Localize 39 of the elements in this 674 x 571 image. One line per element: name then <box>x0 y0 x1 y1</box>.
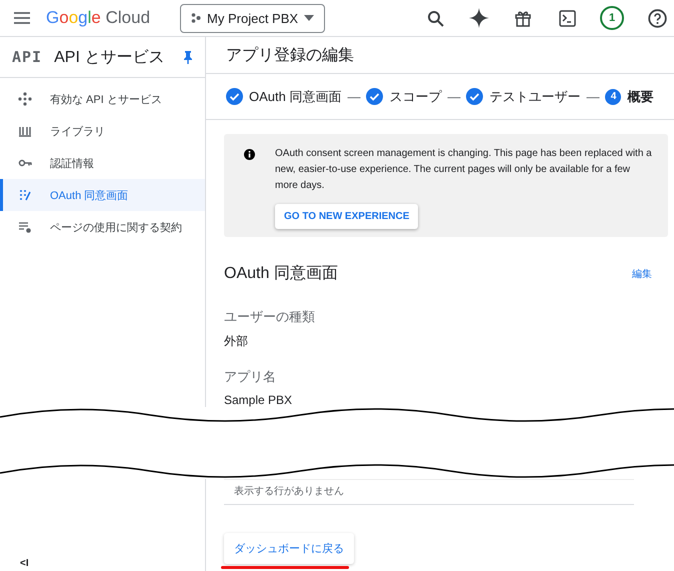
notification-badge[interactable]: 1 <box>600 6 624 30</box>
edit-link[interactable]: 編集 <box>632 266 652 280</box>
step-label[interactable]: 概要 <box>627 88 654 106</box>
step-label[interactable]: テストユーザー <box>489 88 580 106</box>
notice-text: OAuth consent screen management is changing. This page has been replaced with a new, easier-to-use experience. The current pages will only be available for a few more days. <box>275 147 653 193</box>
sidebar-title: API とサービス <box>54 48 166 68</box>
field-label: アプリ名 <box>224 368 277 386</box>
caret-icon <box>304 15 314 21</box>
menu-icon[interactable] <box>14 12 30 24</box>
info-icon <box>244 149 255 160</box>
collapse-sidebar-button[interactable]: <I <box>0 558 205 571</box>
sidebar-item[interactable]: ライブラリ <box>0 115 205 147</box>
diamond-icon <box>18 92 32 106</box>
empty-table-message: 表示する行がありません <box>224 479 634 505</box>
step-label[interactable]: OAuth 同意画面 <box>249 88 342 106</box>
page-title: アプリ登録の編集 <box>206 37 674 74</box>
library-icon <box>18 124 32 138</box>
project-selector[interactable]: My Project PBX <box>180 4 326 32</box>
back-to-dashboard-button[interactable]: ダッシュボードに戻る <box>224 533 354 564</box>
dots-icon <box>191 13 202 23</box>
step-separator: — <box>347 89 360 104</box>
logo[interactable]: Google Cloud <box>46 8 150 28</box>
step-separator: — <box>447 89 460 104</box>
step-number: 4 <box>605 88 622 104</box>
sidebar-item[interactable]: 有効な API とサービス <box>0 83 205 115</box>
field-label: ユーザーの種類 <box>224 308 316 326</box>
field-value: Sample PBX <box>224 393 294 407</box>
sidebar-item[interactable]: ページの使用に関する契約 <box>0 211 205 243</box>
api-mark: API <box>12 48 42 66</box>
section-title: OAuth 同意画面 <box>224 264 338 284</box>
field-value: 外部 <box>224 333 249 350</box>
sidebar-item[interactable]: OAuth 同意画面 <box>0 179 205 211</box>
step-separator: — <box>586 89 600 104</box>
pin-icon[interactable] <box>183 50 193 64</box>
dotted-check-icon <box>18 188 32 202</box>
list-settings-icon <box>18 220 32 234</box>
new-experience-button[interactable]: GO TO NEW EXPERIENCE <box>275 204 418 229</box>
step-label[interactable]: スコープ <box>389 88 442 106</box>
sidebar-item[interactable]: 認証情報 <box>0 147 205 179</box>
